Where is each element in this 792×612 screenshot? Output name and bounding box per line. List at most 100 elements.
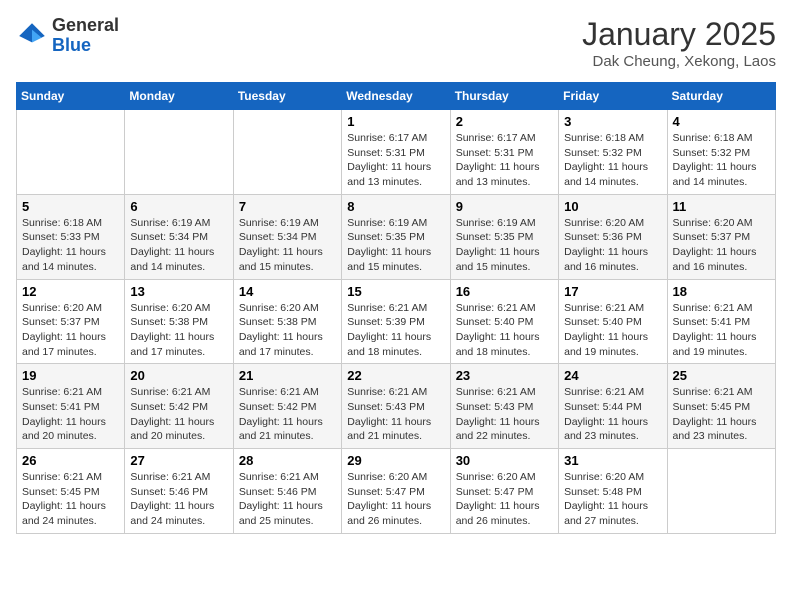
- week-row-1: 1 Sunrise: 6:17 AMSunset: 5:31 PMDaylight…: [17, 110, 776, 195]
- day-number: 24: [564, 368, 661, 383]
- day-number: 30: [456, 453, 553, 468]
- day-number: 11: [673, 199, 770, 214]
- weekday-header-monday: Monday: [125, 83, 233, 110]
- day-number: 9: [456, 199, 553, 214]
- calendar-cell: 7Sunrise: 6:19 AMSunset: 5:34 PMDaylight…: [233, 194, 341, 279]
- day-info: Sunrise: 6:21 AMSunset: 5:44 PMDaylight:…: [564, 385, 661, 444]
- calendar-cell: 11 Sunrise: 6:20 AMSunset: 5:37 PMDayligh…: [667, 194, 775, 279]
- calendar-cell: 6 Sunrise: 6:19 AMSunset: 5:34 PMDaylight…: [125, 194, 233, 279]
- calendar-cell: 27 Sunrise: 6:21 AMSunset: 5:46 PMDayligh…: [125, 449, 233, 534]
- day-info: Sunrise: 6:20 AMSunset: 5:37 PMDaylight:…: [673, 216, 770, 275]
- weekday-header-wednesday: Wednesday: [342, 83, 450, 110]
- calendar-cell: 20 Sunrise: 6:21 AMSunset: 5:42 PMDayligh…: [125, 364, 233, 449]
- calendar-cell: 23 Sunrise: 6:21 AMSunset: 5:43 PMDayligh…: [450, 364, 558, 449]
- weekday-header-thursday: Thursday: [450, 83, 558, 110]
- calendar-cell: 28 Sunrise: 6:21 AMSunset: 5:46 PMDayligh…: [233, 449, 341, 534]
- day-info: Sunrise: 6:20 AMSunset: 5:48 PMDaylight:…: [564, 470, 661, 529]
- calendar-cell: 31 Sunrise: 6:20 AMSunset: 5:48 PMDayligh…: [559, 449, 667, 534]
- day-number: 4: [673, 114, 770, 129]
- day-info: Sunrise: 6:21 AMSunset: 5:43 PMDaylight:…: [347, 385, 444, 444]
- week-row-5: 26 Sunrise: 6:21 AMSunset: 5:45 PMDayligh…: [17, 449, 776, 534]
- day-number: 6: [130, 199, 227, 214]
- day-info: Sunrise: 6:21 AMSunset: 5:41 PMDaylight:…: [673, 301, 770, 360]
- day-number: 10: [564, 199, 661, 214]
- calendar-cell: 15 Sunrise: 6:21 AMSunset: 5:39 PMDayligh…: [342, 279, 450, 364]
- day-number: 22: [347, 368, 444, 383]
- day-info: Sunrise: 6:18 AMSunset: 5:33 PMDaylight:…: [22, 216, 119, 275]
- day-info: Sunrise: 6:21 AMSunset: 5:39 PMDaylight:…: [347, 301, 444, 360]
- day-info: Sunrise: 6:21 AMSunset: 5:46 PMDaylight:…: [130, 470, 227, 529]
- day-info: Sunrise: 6:21 AMSunset: 5:45 PMDaylight:…: [22, 470, 119, 529]
- calendar-cell: 25 Sunrise: 6:21 AMSunset: 5:45 PMDayligh…: [667, 364, 775, 449]
- day-number: 23: [456, 368, 553, 383]
- calendar-cell: [233, 110, 341, 195]
- logo-text: General Blue: [52, 16, 119, 56]
- logo-icon: [16, 20, 48, 52]
- day-info: Sunrise: 6:21 AMSunset: 5:42 PMDaylight:…: [130, 385, 227, 444]
- day-number: 20: [130, 368, 227, 383]
- calendar-cell: 17 Sunrise: 6:21 AMSunset: 5:40 PMDayligh…: [559, 279, 667, 364]
- calendar-cell: 4 Sunrise: 6:18 AMSunset: 5:32 PMDaylight…: [667, 110, 775, 195]
- calendar-cell: 5Sunrise: 6:18 AMSunset: 5:33 PMDaylight…: [17, 194, 125, 279]
- logo: General Blue: [16, 16, 119, 56]
- day-info: Sunrise: 6:17 AMSunset: 5:31 PMDaylight:…: [456, 131, 553, 190]
- day-info: Sunrise: 6:19 AMSunset: 5:35 PMDaylight:…: [456, 216, 553, 275]
- week-row-2: 5Sunrise: 6:18 AMSunset: 5:33 PMDaylight…: [17, 194, 776, 279]
- calendar-cell: [125, 110, 233, 195]
- calendar-cell: 24 Sunrise: 6:21 AMSunset: 5:44 PMDayligh…: [559, 364, 667, 449]
- calendar-cell: 19Sunrise: 6:21 AMSunset: 5:41 PMDayligh…: [17, 364, 125, 449]
- day-number: 28: [239, 453, 336, 468]
- week-row-3: 12 Sunrise: 6:20 AMSunset: 5:37 PMDayligh…: [17, 279, 776, 364]
- calendar-cell: [17, 110, 125, 195]
- day-info: Sunrise: 6:18 AMSunset: 5:32 PMDaylight:…: [673, 131, 770, 190]
- weekday-header-friday: Friday: [559, 83, 667, 110]
- day-info: Sunrise: 6:21 AMSunset: 5:42 PMDaylight:…: [239, 385, 336, 444]
- day-number: 2: [456, 114, 553, 129]
- day-info: Sunrise: 6:21 AMSunset: 5:41 PMDaylight:…: [22, 385, 119, 444]
- calendar-cell: 16Sunrise: 6:21 AMSunset: 5:40 PMDayligh…: [450, 279, 558, 364]
- day-number: 31: [564, 453, 661, 468]
- day-info: Sunrise: 6:21 AMSunset: 5:43 PMDaylight:…: [456, 385, 553, 444]
- calendar-cell: 26 Sunrise: 6:21 AMSunset: 5:45 PMDayligh…: [17, 449, 125, 534]
- day-number: 16: [456, 284, 553, 299]
- day-number: 1: [347, 114, 444, 129]
- day-number: 8: [347, 199, 444, 214]
- day-number: 29: [347, 453, 444, 468]
- calendar-cell: 2 Sunrise: 6:17 AMSunset: 5:31 PMDaylight…: [450, 110, 558, 195]
- calendar-cell: 3Sunrise: 6:18 AMSunset: 5:32 PMDaylight…: [559, 110, 667, 195]
- day-info: Sunrise: 6:20 AMSunset: 5:38 PMDaylight:…: [130, 301, 227, 360]
- day-number: 25: [673, 368, 770, 383]
- logo-blue: Blue: [52, 35, 91, 55]
- calendar-cell: 1 Sunrise: 6:17 AMSunset: 5:31 PMDaylight…: [342, 110, 450, 195]
- calendar-cell: 9 Sunrise: 6:19 AMSunset: 5:35 PMDaylight…: [450, 194, 558, 279]
- location: Dak Cheung, Xekong, Laos: [582, 53, 776, 70]
- day-number: 17: [564, 284, 661, 299]
- day-info: Sunrise: 6:19 AMSunset: 5:34 PMDaylight:…: [239, 216, 336, 275]
- day-info: Sunrise: 6:18 AMSunset: 5:32 PMDaylight:…: [564, 131, 661, 190]
- day-info: Sunrise: 6:20 AMSunset: 5:47 PMDaylight:…: [347, 470, 444, 529]
- day-number: 27: [130, 453, 227, 468]
- day-number: 12: [22, 284, 119, 299]
- day-info: Sunrise: 6:21 AMSunset: 5:46 PMDaylight:…: [239, 470, 336, 529]
- calendar-table: SundayMondayTuesdayWednesdayThursdayFrid…: [16, 82, 776, 534]
- calendar-cell: 30Sunrise: 6:20 AMSunset: 5:47 PMDayligh…: [450, 449, 558, 534]
- day-info: Sunrise: 6:19 AMSunset: 5:34 PMDaylight:…: [130, 216, 227, 275]
- day-info: Sunrise: 6:21 AMSunset: 5:45 PMDaylight:…: [673, 385, 770, 444]
- weekday-header-saturday: Saturday: [667, 83, 775, 110]
- calendar-cell: 12 Sunrise: 6:20 AMSunset: 5:37 PMDayligh…: [17, 279, 125, 364]
- day-number: 18: [673, 284, 770, 299]
- day-number: 15: [347, 284, 444, 299]
- title-block: January 2025 Dak Cheung, Xekong, Laos: [582, 16, 776, 70]
- day-info: Sunrise: 6:17 AMSunset: 5:31 PMDaylight:…: [347, 131, 444, 190]
- day-number: 21: [239, 368, 336, 383]
- day-info: Sunrise: 6:21 AMSunset: 5:40 PMDaylight:…: [564, 301, 661, 360]
- day-info: Sunrise: 6:20 AMSunset: 5:37 PMDaylight:…: [22, 301, 119, 360]
- calendar-cell: 29 Sunrise: 6:20 AMSunset: 5:47 PMDayligh…: [342, 449, 450, 534]
- calendar-cell: 22 Sunrise: 6:21 AMSunset: 5:43 PMDayligh…: [342, 364, 450, 449]
- day-info: Sunrise: 6:20 AMSunset: 5:36 PMDaylight:…: [564, 216, 661, 275]
- day-number: 26: [22, 453, 119, 468]
- day-info: Sunrise: 6:20 AMSunset: 5:38 PMDaylight:…: [239, 301, 336, 360]
- month-title: January 2025: [582, 16, 776, 53]
- day-number: 14: [239, 284, 336, 299]
- weekday-header-tuesday: Tuesday: [233, 83, 341, 110]
